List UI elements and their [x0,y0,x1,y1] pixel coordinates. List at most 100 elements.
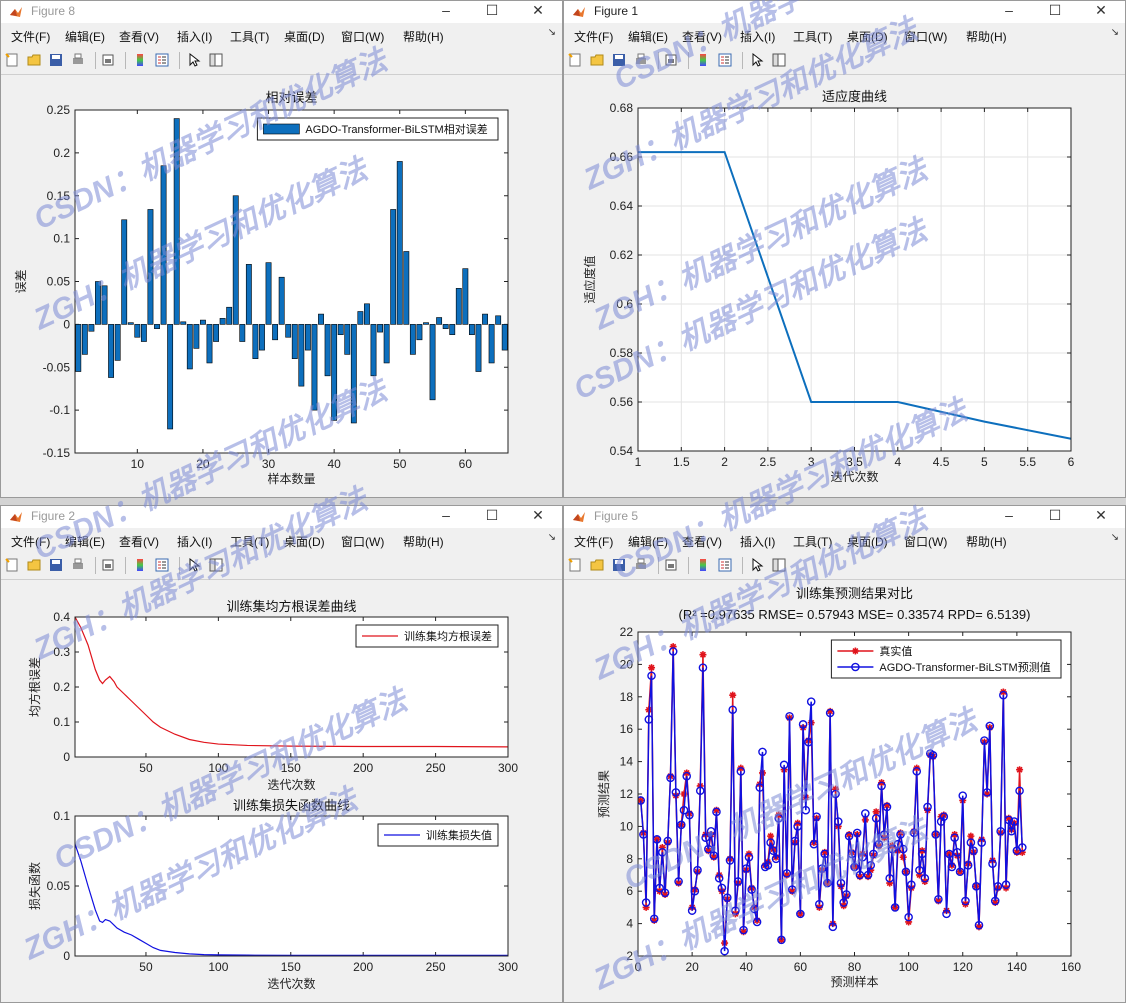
print-icon[interactable] [634,558,648,572]
property-editor-icon[interactable] [772,53,786,67]
new-icon[interactable] [568,53,582,67]
dock-arrow-icon[interactable]: ↘ [1111,27,1119,38]
x-axis-label: 预测样本 [830,974,878,989]
maximize-icon[interactable]: ☐ [470,1,514,23]
menu-桌面[interactable]: 桌面(D) [284,28,325,45]
colorbar-icon[interactable] [696,53,710,67]
menu-帮助[interactable]: 帮助(H) [966,28,1007,45]
bar [482,313,488,325]
bar [232,195,239,325]
new-icon[interactable] [5,53,19,67]
menu-工具[interactable]: 工具(T) [230,28,269,45]
maximize-icon[interactable]: ☐ [1033,506,1077,528]
colorbar-icon[interactable] [133,558,147,572]
menu-窗口[interactable]: 窗口(W) [904,28,947,45]
dock-arrow-icon[interactable]: ↘ [548,27,556,38]
menu-查看[interactable]: 查看(V) [682,28,722,45]
close-icon[interactable]: ✕ [516,506,560,528]
menu-编辑[interactable]: 编辑(E) [65,28,105,45]
menu-帮助[interactable]: 帮助(H) [403,28,444,45]
property-editor-icon[interactable] [772,558,786,572]
print-preview-icon[interactable] [101,558,115,572]
close-icon[interactable]: ✕ [1079,1,1123,23]
menu-帮助[interactable]: 帮助(H) [403,533,444,550]
menu-编辑[interactable]: 编辑(E) [628,533,668,550]
menu-窗口[interactable]: 窗口(W) [341,28,384,45]
window-title: Figure 1 [594,4,639,18]
property-editor-icon[interactable] [209,53,223,67]
open-icon[interactable] [590,558,604,572]
close-icon[interactable]: ✕ [1079,506,1123,528]
menu-插入[interactable]: 插入(I) [740,533,775,550]
menu-编辑[interactable]: 编辑(E) [65,533,105,550]
menu-文件[interactable]: 文件(F) [11,28,50,45]
menu-插入[interactable]: 插入(I) [177,533,212,550]
pointer-icon[interactable] [750,558,764,572]
print-preview-icon[interactable] [664,53,678,67]
y-tick-label: 0.58 [610,346,634,360]
bar [154,324,160,329]
minimize-icon[interactable]: – [424,1,468,23]
menu-工具[interactable]: 工具(T) [793,533,832,550]
close-icon[interactable]: ✕ [516,1,560,23]
menu-文件[interactable]: 文件(F) [574,28,613,45]
save-icon[interactable] [612,53,626,67]
toolbar-separator [95,52,96,69]
save-icon[interactable] [49,558,63,572]
pointer-icon[interactable] [187,558,201,572]
menu-编辑[interactable]: 编辑(E) [628,28,668,45]
menu-帮助[interactable]: 帮助(H) [966,533,1007,550]
menu-查看[interactable]: 查看(V) [119,28,159,45]
y-axis-label: 误差 [14,269,28,293]
colorbar-icon[interactable] [133,53,147,67]
menu-窗口[interactable]: 窗口(W) [341,533,384,550]
pointer-icon[interactable] [187,53,201,67]
menu-桌面[interactable]: 桌面(D) [847,533,888,550]
legend-icon[interactable] [718,53,732,67]
minimize-icon[interactable]: – [424,506,468,528]
open-icon[interactable] [590,53,604,67]
menu-桌面[interactable]: 桌面(D) [284,533,325,550]
pointer-icon[interactable] [750,53,764,67]
legend-icon[interactable] [155,53,169,67]
maximize-icon[interactable]: ☐ [1033,1,1077,23]
maximize-icon[interactable]: ☐ [470,506,514,528]
menu-窗口[interactable]: 窗口(W) [904,533,947,550]
title-bar[interactable]: Figure 5 – ☐ ✕ [564,506,1125,528]
print-icon[interactable] [71,53,85,67]
menu-文件[interactable]: 文件(F) [574,533,613,550]
colorbar-icon[interactable] [696,558,710,572]
y-tick-label: 0 [63,750,70,764]
open-icon[interactable] [27,53,41,67]
save-icon[interactable] [49,53,63,67]
title-bar[interactable]: Figure 1 – ☐ ✕ [564,1,1125,23]
dock-arrow-icon[interactable]: ↘ [1111,532,1119,543]
new-icon[interactable] [5,558,19,572]
menu-工具[interactable]: 工具(T) [793,28,832,45]
print-preview-icon[interactable] [101,53,115,67]
property-editor-icon[interactable] [209,558,223,572]
save-icon[interactable] [612,558,626,572]
menu-工具[interactable]: 工具(T) [230,533,269,550]
bar [239,324,246,342]
print-preview-icon[interactable] [664,558,678,572]
menu-查看[interactable]: 查看(V) [119,533,159,550]
legend-icon[interactable] [155,558,169,572]
open-icon[interactable] [27,558,41,572]
minimize-icon[interactable]: – [987,1,1031,23]
menu-文件[interactable]: 文件(F) [11,533,50,550]
menu-插入[interactable]: 插入(I) [177,28,212,45]
menu-查看[interactable]: 查看(V) [682,533,722,550]
x-tick-label: 300 [498,960,518,974]
dock-arrow-icon[interactable]: ↘ [548,532,556,543]
minimize-icon[interactable]: – [987,506,1031,528]
new-icon[interactable] [568,558,582,572]
bar [468,324,475,335]
print-icon[interactable] [634,53,648,67]
menu-桌面[interactable]: 桌面(D) [847,28,888,45]
title-bar[interactable]: Figure 2 – ☐ ✕ [1,506,562,528]
menu-插入[interactable]: 插入(I) [740,28,775,45]
title-bar[interactable]: Figure 8 – ☐ ✕ [1,1,562,23]
print-icon[interactable] [71,558,85,572]
legend-icon[interactable] [718,558,732,572]
